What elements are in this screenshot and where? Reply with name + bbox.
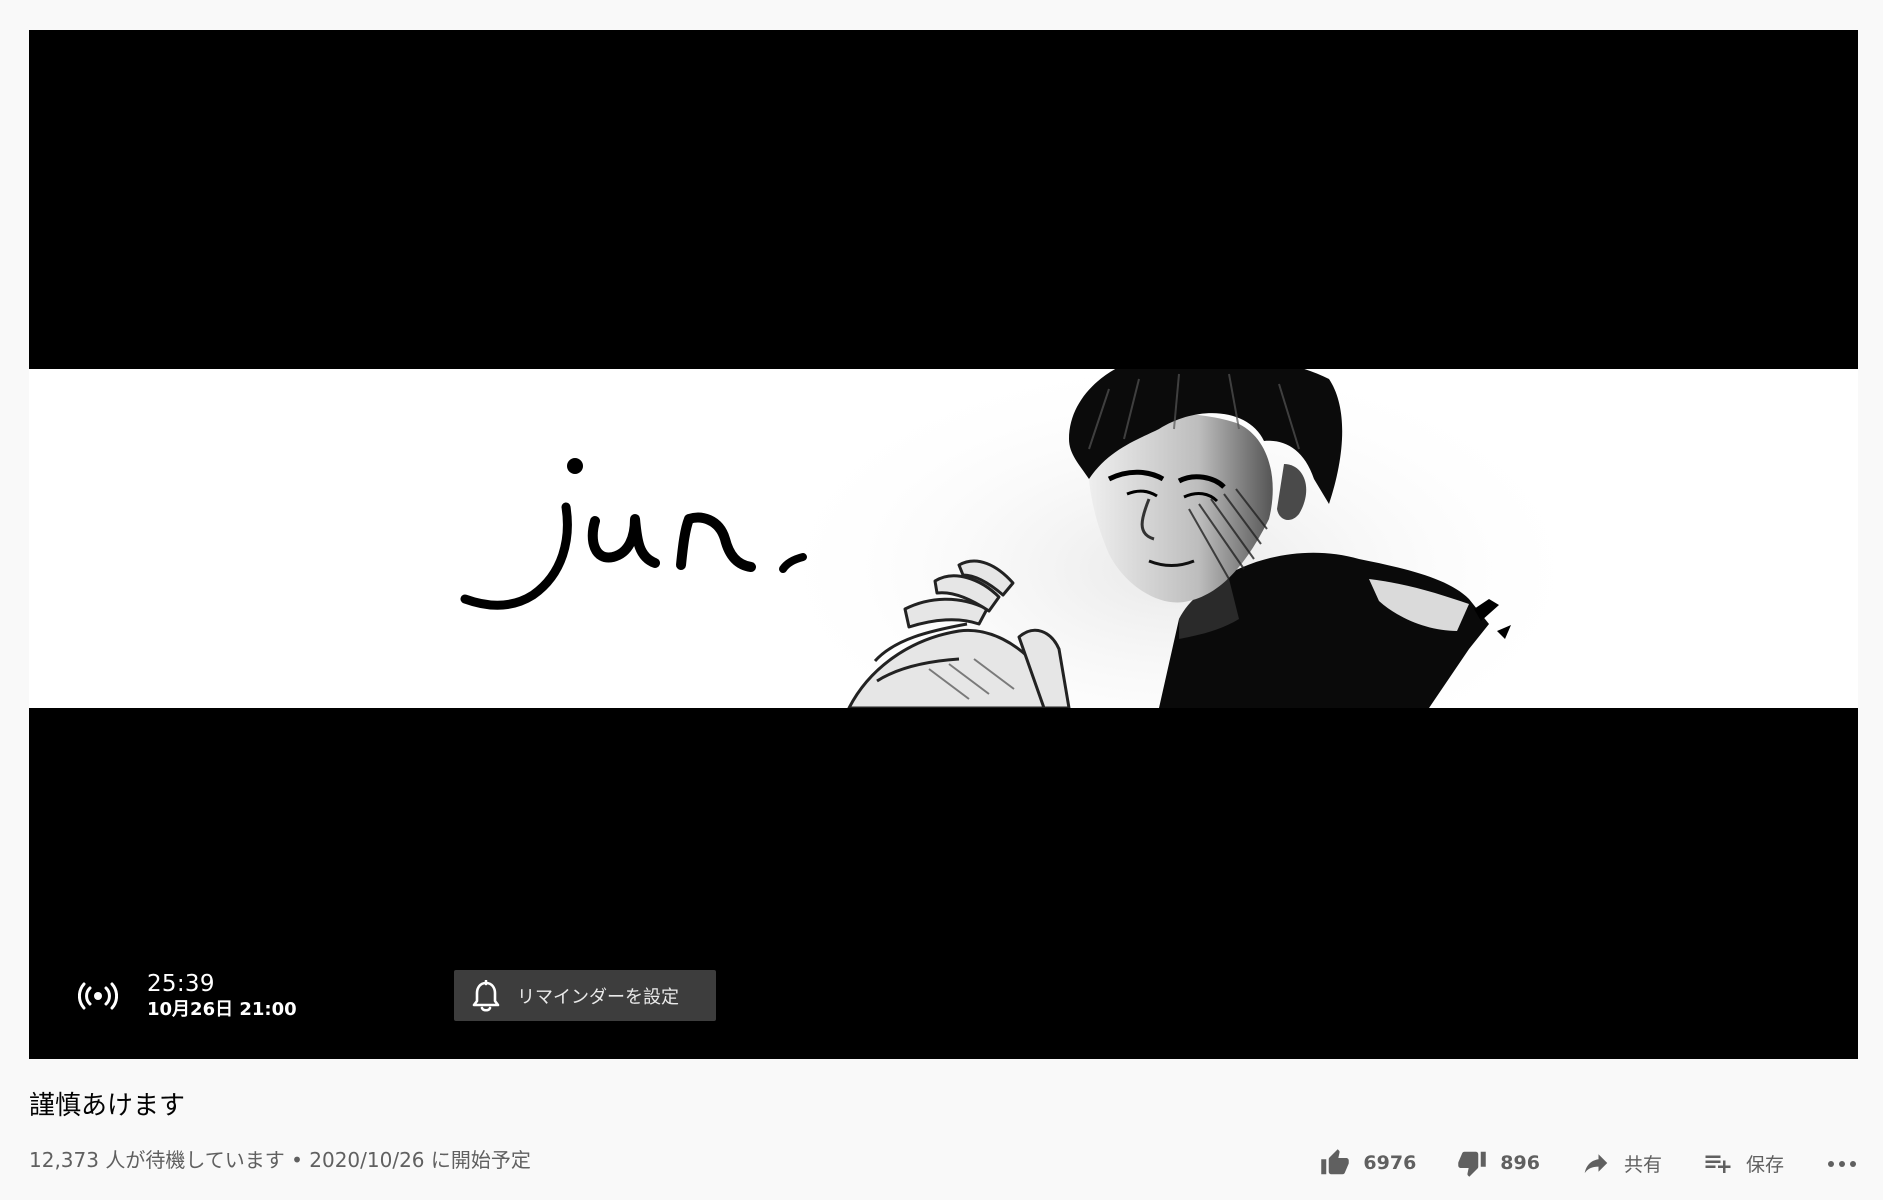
dislike-button[interactable]: 896	[1456, 1147, 1540, 1179]
playlist-add-icon	[1702, 1147, 1734, 1179]
more-actions-button[interactable]	[1826, 1147, 1858, 1179]
more-horizontal-icon	[1827, 1152, 1857, 1174]
bell-icon	[469, 979, 503, 1013]
set-reminder-label: リマインダーを設定	[517, 986, 679, 1008]
video-title: 謹慎あけます	[29, 1091, 186, 1121]
countdown-text: 25:39 10月26日 21:00	[147, 970, 297, 1022]
set-reminder-button[interactable]: リマインダーを設定	[454, 970, 716, 1021]
share-arrow-icon	[1580, 1147, 1612, 1179]
video-player[interactable]: 25:39 10月26日 21:00 リマインダーを設定	[29, 30, 1858, 1059]
save-button[interactable]: 保存	[1702, 1147, 1784, 1179]
like-count: 6976	[1363, 1152, 1417, 1174]
video-actions: 6976 896 共有 保存	[1279, 1143, 1858, 1183]
save-label: 保存	[1745, 1153, 1784, 1176]
live-broadcast-icon	[77, 975, 119, 1017]
scheduled-datetime: 10月26日 21:00	[147, 999, 297, 1020]
share-button[interactable]: 共有	[1580, 1147, 1662, 1179]
dislike-count: 896	[1500, 1152, 1540, 1174]
countdown-time: 25:39	[147, 971, 215, 997]
waiting-info: 12,373 人が待機しています • 2020/10/26 に開始予定	[29, 1148, 531, 1172]
upcoming-countdown: 25:39 10月26日 21:00	[77, 970, 297, 1022]
thumbs-up-icon	[1319, 1147, 1351, 1179]
banner-logo	[460, 458, 807, 610]
thumbs-down-icon	[1456, 1147, 1488, 1179]
like-button[interactable]: 6976	[1319, 1147, 1416, 1179]
watch-page: 25:39 10月26日 21:00 リマインダーを設定 謹慎あけます 12,3…	[0, 0, 1883, 1200]
share-label: 共有	[1623, 1153, 1662, 1176]
channel-banner-image	[29, 369, 1858, 708]
